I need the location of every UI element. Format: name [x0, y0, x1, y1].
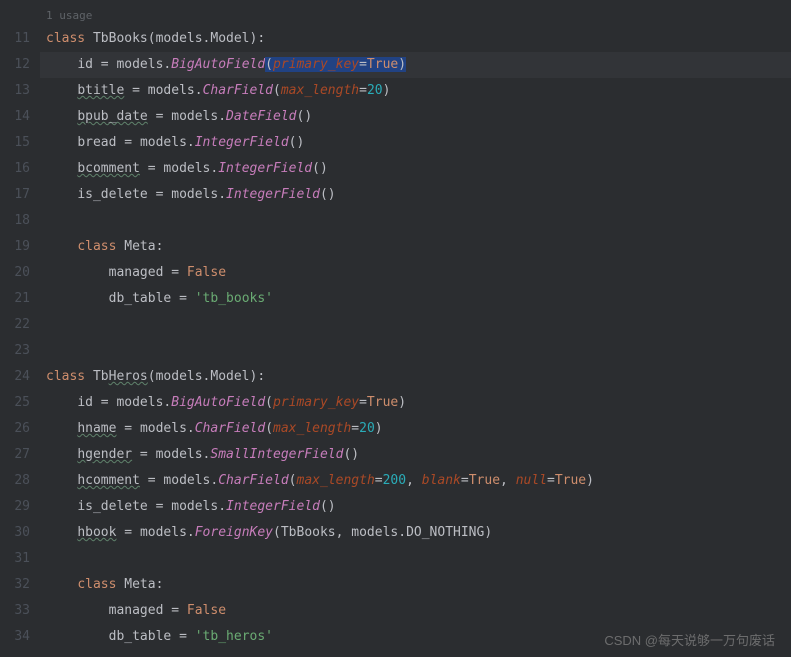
line-number: 28 [0, 468, 30, 494]
line-number: 14 [0, 104, 30, 130]
code-line[interactable]: is_delete = models.IntegerField() [40, 182, 791, 208]
code-line[interactable]: class Meta: [40, 234, 791, 260]
line-number: 21 [0, 286, 30, 312]
code-line[interactable]: btitle = models.CharField(max_length=20) [40, 78, 791, 104]
line-number: 30 [0, 520, 30, 546]
code-line[interactable]: db_table = 'tb_books' [40, 286, 791, 312]
code-line[interactable]: db_table = 'tb_heros' [40, 624, 791, 650]
code-line-blank[interactable] [40, 312, 791, 338]
code-line-blank[interactable] [40, 208, 791, 234]
line-number: 13 [0, 78, 30, 104]
line-number: 11 [0, 26, 30, 52]
line-number: 26 [0, 416, 30, 442]
code-line[interactable]: bread = models.IntegerField() [40, 130, 791, 156]
code-line[interactable]: bcomment = models.IntegerField() [40, 156, 791, 182]
code-line[interactable]: managed = False [40, 598, 791, 624]
line-number: 15 [0, 130, 30, 156]
line-number: 23 [0, 338, 30, 364]
code-editor[interactable]: 11 12 13 14 15 16 17 18 19 20 21 22 23 2… [0, 0, 791, 657]
code-line-blank[interactable] [40, 338, 791, 364]
line-number: 31 [0, 546, 30, 572]
code-line[interactable]: is_delete = models.IntegerField() [40, 494, 791, 520]
code-line[interactable]: hname = models.CharField(max_length=20) [40, 416, 791, 442]
line-number: 22 [0, 312, 30, 338]
code-line[interactable]: class Meta: [40, 572, 791, 598]
code-line[interactable]: id = models.BigAutoField(primary_key=Tru… [40, 390, 791, 416]
line-number: 34 [0, 624, 30, 650]
line-number: 16 [0, 156, 30, 182]
code-line[interactable]: hgender = models.SmallIntegerField() [40, 442, 791, 468]
code-line-blank[interactable] [40, 546, 791, 572]
code-line[interactable]: class TbHeros(models.Model): [40, 364, 791, 390]
line-number: 20 [0, 260, 30, 286]
code-content[interactable]: 1 usage class TbBooks(models.Model): id … [40, 0, 791, 657]
line-number: 24 [0, 364, 30, 390]
line-number-gutter: 11 12 13 14 15 16 17 18 19 20 21 22 23 2… [0, 0, 40, 657]
line-number: 18 [0, 208, 30, 234]
code-line-active[interactable]: id = models.BigAutoField(primary_key=Tru… [40, 52, 791, 78]
line-number: 32 [0, 572, 30, 598]
code-line[interactable]: bpub_date = models.DateField() [40, 104, 791, 130]
line-number: 19 [0, 234, 30, 260]
line-number: 17 [0, 182, 30, 208]
line-number: 25 [0, 390, 30, 416]
usage-hint[interactable]: 1 usage [40, 4, 791, 26]
code-line[interactable]: hbook = models.ForeignKey(TbBooks, model… [40, 520, 791, 546]
code-line[interactable]: managed = False [40, 260, 791, 286]
line-number: 12 [0, 52, 30, 78]
line-number: 27 [0, 442, 30, 468]
code-line[interactable]: class TbBooks(models.Model): [40, 26, 791, 52]
code-line[interactable]: hcomment = models.CharField(max_length=2… [40, 468, 791, 494]
line-number: 29 [0, 494, 30, 520]
line-number: 33 [0, 598, 30, 624]
